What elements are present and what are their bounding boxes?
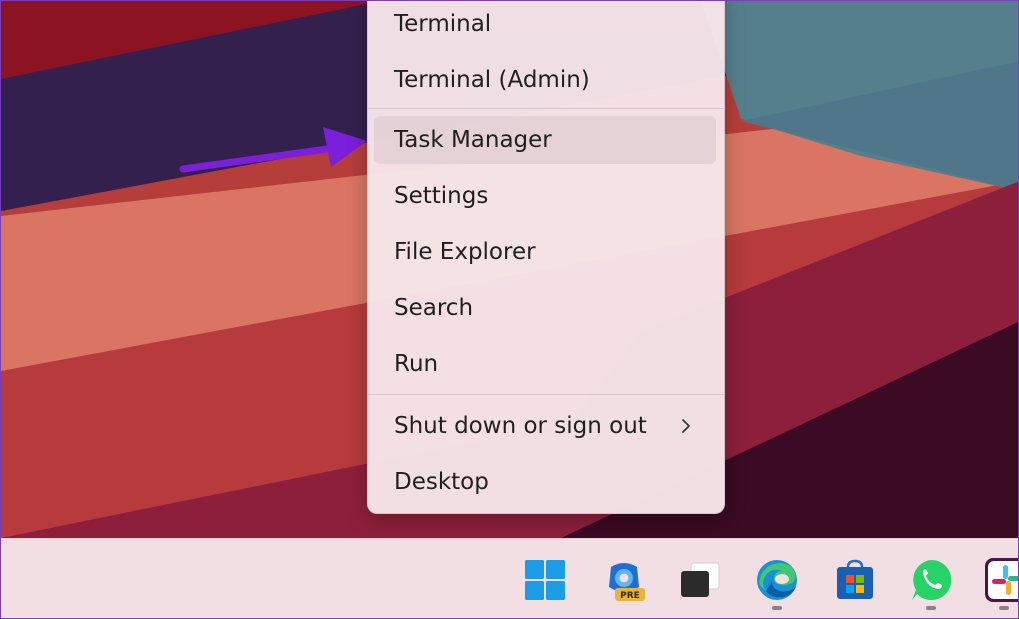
chevron-right-icon bbox=[682, 419, 690, 433]
running-indicator bbox=[999, 606, 1009, 610]
menu-item-label: File Explorer bbox=[394, 239, 536, 265]
edge-icon[interactable] bbox=[754, 557, 800, 603]
menu-item-settings[interactable]: Settings bbox=[374, 172, 716, 220]
menu-item-label: Terminal bbox=[394, 11, 492, 37]
menu-separator bbox=[368, 108, 724, 109]
menu-item-label: Settings bbox=[394, 183, 489, 209]
microsoft-store-icon[interactable] bbox=[832, 557, 878, 603]
menu-item-run[interactable]: Run bbox=[374, 340, 716, 388]
menu-item-label: Desktop bbox=[394, 469, 489, 495]
menu-item-label: Shut down or sign out bbox=[394, 413, 647, 439]
menu-item-desktop[interactable]: Desktop bbox=[374, 458, 716, 506]
menu-item-shut-down-or-sign-out[interactable]: Shut down or sign out bbox=[374, 402, 716, 450]
annotation-arrow bbox=[179, 127, 367, 173]
preview-badge-text: PRE bbox=[620, 591, 640, 601]
screen: Terminal Terminal (Admin) Task Manager S… bbox=[0, 0, 1019, 619]
menu-item-file-explorer[interactable]: File Explorer bbox=[374, 228, 716, 276]
menu-item-search[interactable]: Search bbox=[374, 284, 716, 332]
menu-item-label: Search bbox=[394, 295, 474, 321]
outlook-preview-icon[interactable]: PRE bbox=[601, 557, 647, 603]
taskbar: PRE bbox=[1, 538, 1019, 618]
menu-item-label: Run bbox=[394, 351, 439, 377]
menu-item-label: Terminal (Admin) bbox=[394, 67, 590, 93]
menu-item-label: Task Manager bbox=[394, 127, 552, 153]
whatsapp-icon[interactable] bbox=[908, 557, 954, 603]
running-indicator bbox=[772, 606, 782, 610]
running-indicator bbox=[926, 606, 936, 610]
menu-item-terminal[interactable]: Terminal bbox=[374, 1, 716, 48]
menu-item-task-manager[interactable]: Task Manager bbox=[374, 116, 716, 164]
windows-start-icon[interactable] bbox=[522, 557, 568, 603]
slack-icon[interactable] bbox=[984, 557, 1019, 603]
context-menu: Terminal Terminal (Admin) Task Manager S… bbox=[367, 1, 725, 514]
menu-item-terminal-admin[interactable]: Terminal (Admin) bbox=[374, 56, 716, 104]
menu-separator bbox=[368, 394, 724, 395]
task-view-icon[interactable] bbox=[677, 557, 723, 603]
